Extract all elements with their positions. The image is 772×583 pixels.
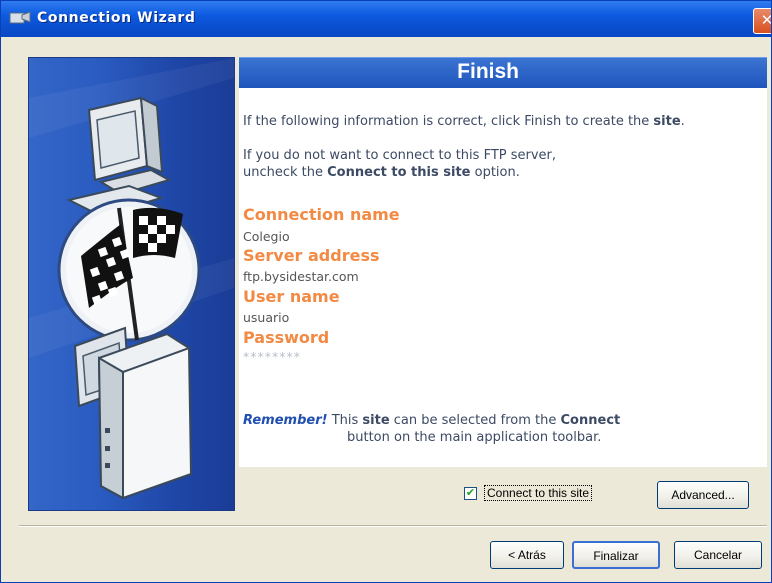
remember-line-1: Remember! This site can be selected from…: [243, 413, 620, 428]
wizard-app-icon: [9, 11, 31, 24]
intro-line-1-text: If the following information is correct,…: [243, 114, 654, 129]
page-header-banner: Finish: [239, 57, 767, 88]
password-label: Password: [243, 328, 330, 347]
wizard-side-panel: [28, 57, 235, 511]
checkbox-icon[interactable]: ✔: [464, 487, 477, 500]
connect-checkbox-label[interactable]: Connect to this site: [484, 485, 593, 501]
server-address-label: Server address: [243, 246, 380, 265]
remember-bold-connect: Connect: [560, 413, 621, 428]
check-mark: ✔: [465, 486, 476, 499]
close-icon: ✕: [761, 11, 771, 29]
title-bar[interactable]: Connection Wizard ✕: [1, 1, 771, 37]
connection-wizard-window: Connection Wizard ✕: [0, 0, 772, 583]
intro-line-3-text: uncheck the: [243, 165, 328, 180]
server-address-value: ftp.bysidestar.com: [243, 269, 359, 284]
intro-line-3-bold: Connect to this site: [327, 165, 471, 180]
checkered-flag-icon: [57, 198, 201, 342]
intro-line-1-end: .: [680, 114, 685, 129]
cancel-button[interactable]: Cancelar: [674, 541, 762, 569]
footer-separator: [19, 525, 767, 527]
remember-emphasis: Remember!: [243, 413, 328, 428]
wizard-content-panel: Finish If the following information is c…: [239, 57, 767, 467]
connection-name-value: Colegio: [243, 229, 290, 244]
remember-text-1: This: [327, 413, 363, 428]
connection-name-label: Connection name: [243, 205, 400, 224]
intro-line-3-end: option.: [470, 165, 520, 180]
advanced-button[interactable]: Advanced...: [657, 481, 749, 509]
user-name-value: usuario: [243, 310, 290, 325]
close-button[interactable]: ✕: [753, 8, 771, 34]
remember-line-2: button on the main application toolbar.: [347, 430, 602, 445]
intro-line-3: uncheck the Connect to this site option.: [243, 165, 520, 180]
password-value: ********: [243, 349, 301, 364]
intro-line-1-bold: site: [653, 114, 681, 129]
intro-line-2: If you do not want to connect to this FT…: [243, 148, 557, 163]
window-title: Connection Wizard: [37, 10, 196, 26]
remember-bold-site: site: [362, 413, 390, 428]
remember-text-2: can be selected from the: [389, 413, 561, 428]
computer-tower-icon: [73, 326, 193, 500]
page-title: Finish: [457, 60, 519, 83]
back-button[interactable]: < Atrás: [490, 541, 564, 569]
intro-line-1: If the following information is correct,…: [243, 114, 685, 129]
user-name-label: User name: [243, 287, 340, 306]
finish-button[interactable]: Finalizar: [572, 541, 660, 569]
